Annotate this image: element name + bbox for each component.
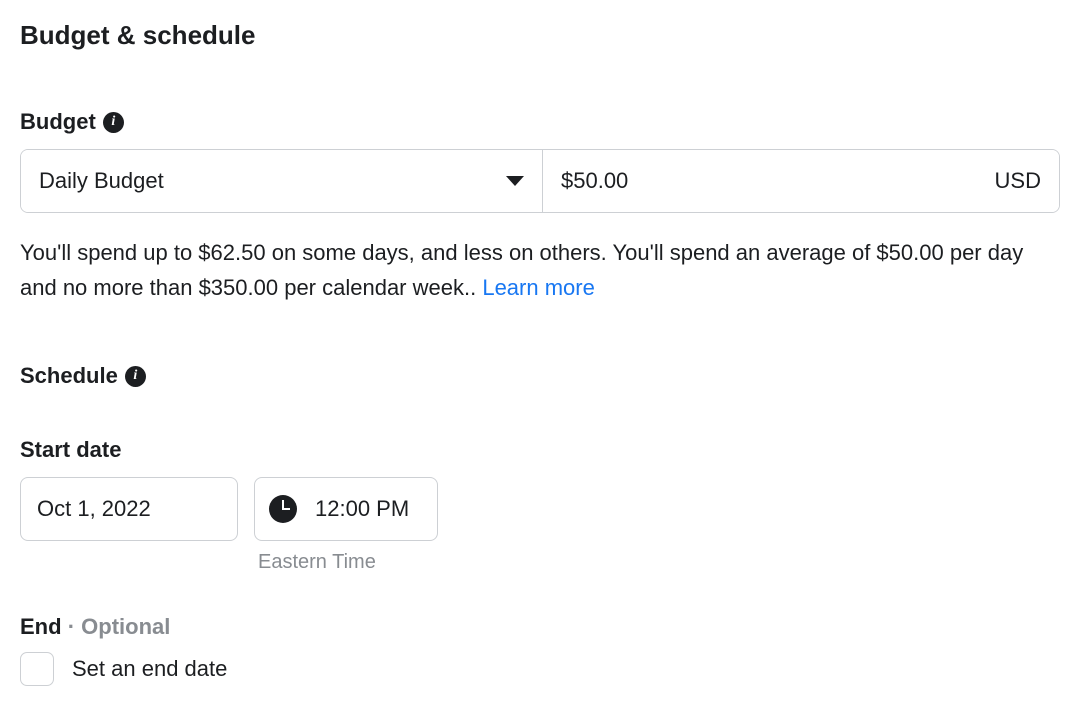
budget-label-row: Budget i [20, 109, 1060, 135]
end-date-checkbox[interactable] [20, 652, 54, 686]
budget-type-dropdown[interactable]: Daily Budget [21, 150, 543, 212]
start-time-value: 12:00 PM [315, 496, 409, 522]
learn-more-link[interactable]: Learn more [482, 275, 595, 300]
start-time-input[interactable]: 12:00 PM [254, 477, 438, 541]
start-date-value: Oct 1, 2022 [37, 496, 151, 522]
info-icon[interactable]: i [103, 112, 124, 133]
budget-type-value: Daily Budget [39, 168, 164, 194]
clock-icon [269, 495, 297, 523]
end-date-checkbox-label: Set an end date [72, 656, 227, 682]
info-icon[interactable]: i [125, 366, 146, 387]
schedule-label: Schedule [20, 363, 118, 389]
start-datetime-row: Oct 1, 2022 12:00 PM Eastern Time [20, 477, 1060, 574]
budget-label: Budget [20, 109, 96, 135]
section-title: Budget & schedule [20, 20, 1060, 51]
end-date-checkbox-row: Set an end date [20, 652, 1060, 686]
end-optional-label: Optional [81, 614, 170, 639]
end-label-row: End · Optional [20, 614, 1060, 640]
budget-helper-text: You'll spend up to $62.50 on some days, … [20, 235, 1060, 305]
budget-amount-input[interactable] [561, 168, 995, 194]
timezone-label: Eastern Time [254, 551, 438, 574]
schedule-label-row: Schedule i [20, 363, 1060, 389]
end-label-separator: · [68, 614, 81, 639]
budget-currency: USD [995, 168, 1041, 194]
start-date-input[interactable]: Oct 1, 2022 [20, 477, 238, 541]
end-label: End [20, 614, 62, 639]
chevron-down-icon [506, 176, 524, 186]
start-date-label: Start date [20, 437, 1060, 463]
budget-amount-field[interactable]: USD [543, 150, 1059, 212]
budget-row: Daily Budget USD [20, 149, 1060, 213]
